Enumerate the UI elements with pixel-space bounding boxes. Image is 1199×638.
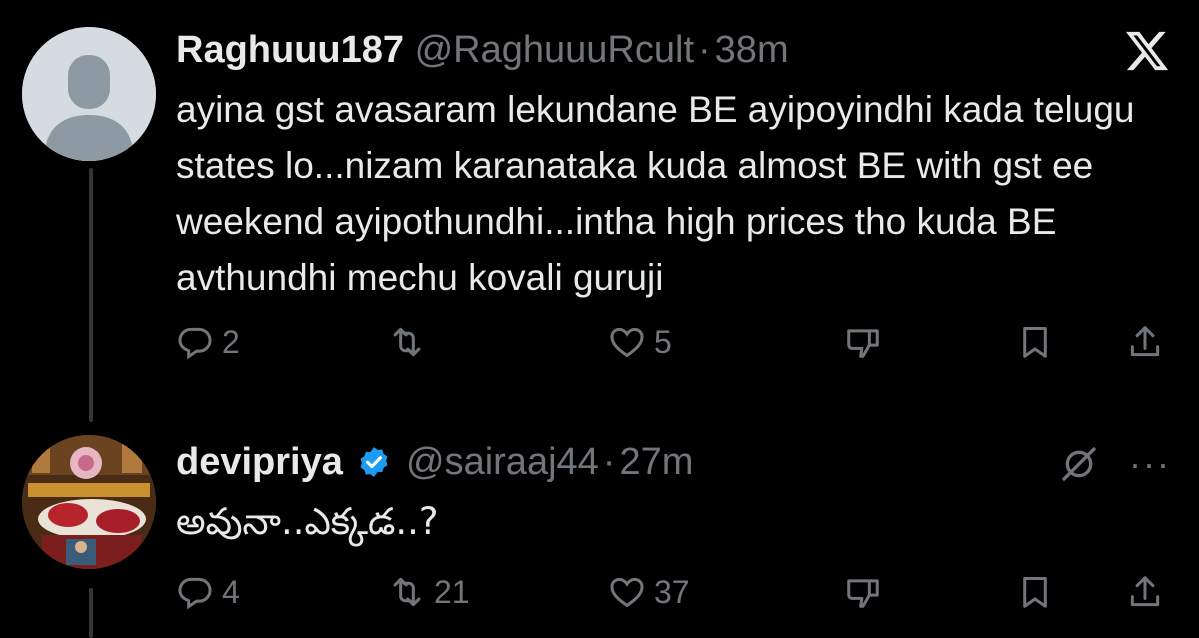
display-name[interactable]: devipriya (176, 441, 343, 483)
dislike-icon (847, 329, 879, 358)
tweet-text: అవునా..ఎక్కడ..? (176, 500, 439, 543)
reply-button[interactable]: 4 (176, 573, 240, 611)
default-avatar[interactable] (22, 27, 156, 161)
verified-badge-icon[interactable] (357, 445, 391, 479)
like-icon (610, 577, 644, 608)
reply-count: 2 (222, 323, 240, 360)
bookmark-icon (1023, 327, 1047, 358)
tweet-1[interactable]: Raghuuu187 @RaghuuuRcult · 38m ayina gst a… (0, 0, 1199, 422)
like-count: 5 (654, 323, 672, 360)
share-icon (1130, 326, 1160, 357)
share-icon (1130, 576, 1160, 607)
default-avatar-icon (22, 27, 156, 161)
reply-icon (178, 327, 212, 360)
tweet-corner-actions: ··· (1059, 444, 1171, 484)
thread-connector-2 (89, 588, 93, 638)
dislike-button[interactable] (844, 573, 882, 611)
user-handle[interactable]: @RaghuuuRcult (415, 29, 694, 71)
action-bar: 2 5 (176, 323, 1171, 373)
share-button[interactable] (1126, 323, 1164, 361)
tweet-text: ayina gst avasaram lekundane BE ayipoyin… (176, 89, 1135, 298)
like-button[interactable]: 37 (608, 573, 690, 611)
separator-dot: · (698, 29, 711, 71)
x-logo-icon[interactable] (1123, 30, 1169, 72)
reply-icon (178, 577, 212, 610)
like-button[interactable]: 5 (608, 323, 672, 361)
retweet-button[interactable]: 21 (388, 573, 470, 611)
action-bar: 4 21 37 (176, 573, 1171, 623)
retweet-icon (393, 327, 421, 357)
display-name[interactable]: Raghuuu187 (176, 29, 404, 71)
dislike-button[interactable] (844, 323, 882, 361)
dislike-icon (847, 579, 879, 608)
like-icon (610, 327, 644, 358)
user-handle[interactable]: @sairaaj44 (406, 441, 599, 483)
avatar-image (22, 435, 156, 569)
timestamp[interactable]: 27m (619, 441, 693, 483)
bookmark-button[interactable] (1016, 573, 1054, 611)
tweet-header: devipriya @sairaaj44 · 27m (176, 440, 693, 484)
bookmark-icon (1023, 577, 1047, 608)
thread-connector (89, 168, 93, 422)
bookmark-button[interactable] (1016, 323, 1054, 361)
grok-icon[interactable] (1059, 444, 1099, 484)
separator-dot: · (602, 441, 616, 483)
retweet-icon (393, 577, 421, 607)
reply-count: 4 (222, 573, 240, 610)
tweet-header: Raghuuu187 @RaghuuuRcult · 38m (176, 28, 789, 72)
more-icon[interactable]: ··· (1129, 446, 1171, 482)
timestamp[interactable]: 38m (715, 29, 789, 71)
user-avatar[interactable] (22, 435, 156, 569)
reply-button[interactable]: 2 (176, 323, 240, 361)
like-count: 37 (654, 573, 690, 610)
retweet-button[interactable] (388, 323, 434, 361)
share-button[interactable] (1126, 573, 1164, 611)
retweet-count: 21 (434, 573, 470, 610)
